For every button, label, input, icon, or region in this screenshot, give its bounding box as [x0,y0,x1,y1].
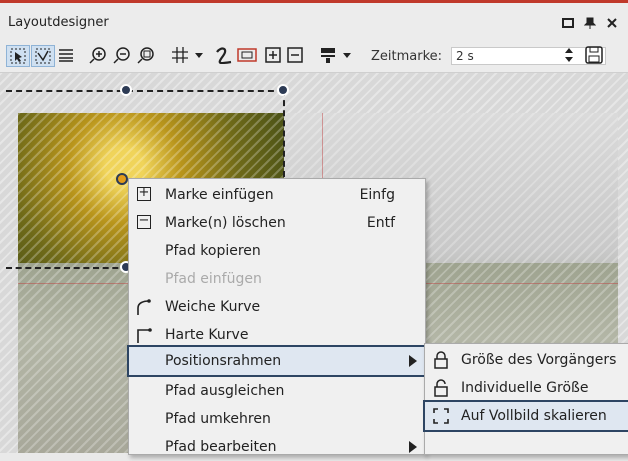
plus-box-icon: + [137,185,151,201]
path-frame-bottom [6,267,128,269]
lock-icon [434,351,448,369]
menu-item-reverse-path[interactable]: Pfad umkehren [129,405,425,433]
menu-item-delete-marker[interactable]: − Marke(n) löschen Entf [129,209,425,237]
menu-item-smooth-path[interactable]: Pfad ausgleichen [129,377,425,405]
zoom-out-icon [113,47,130,64]
submenu-item-fullscreen[interactable]: Auf Vollbild skalieren [423,400,628,432]
zoom-out-button[interactable] [112,45,132,65]
close-button[interactable] [606,17,618,33]
time-input[interactable]: 2 s [451,47,606,65]
path-frame-top [6,90,284,92]
submenu-item-individual-size[interactable]: Individuelle Größe [425,374,628,402]
zoom-in-button[interactable] [88,45,108,65]
spinner-icon [565,48,573,62]
path-handle[interactable] [277,84,289,96]
curve-tool-button[interactable] [31,45,55,67]
grid-dropdown[interactable] [192,45,206,65]
grid-dropdown-icon [195,53,203,58]
zoom-fit-icon [137,47,154,64]
menu-item-hard-curve[interactable]: Harte Kurve [129,321,425,349]
submenu-item-previous-size[interactable]: Größe des Vorgängers [425,346,628,374]
path-handle[interactable] [120,84,132,96]
position-frame-submenu: Größe des Vorgängers Individuelle Größe … [423,343,628,455]
context-menu: + Marke einfügen Einfg − Marke(n) lösche… [127,178,427,455]
layout-dropdown-icon [343,53,351,58]
layout-icon [321,48,335,63]
minus-box-icon: − [137,213,151,229]
add-marker-button[interactable] [264,45,282,65]
grid-button[interactable] [170,45,190,65]
hard-curve-icon [137,328,152,343]
path-button[interactable] [214,45,234,65]
frame-button[interactable] [236,45,258,65]
restore-button[interactable] [562,17,574,33]
window-title: Layoutdesigner [8,15,109,30]
fullscreen-icon [433,408,449,424]
layout-dropdown[interactable] [340,45,354,65]
time-label: Zeitmarke: [371,49,443,64]
add-marker-icon [265,47,281,63]
restore-icon [562,18,574,28]
curve-tool-icon [35,48,51,64]
frame-icon [237,48,257,62]
save-button[interactable] [584,45,604,65]
submenu-arrow-icon [409,441,417,453]
menu-item-position-frame[interactable]: Positionsrahmen [127,345,427,377]
select-tool-icon [10,48,26,64]
time-spinner[interactable] [563,45,575,65]
pin-button[interactable] [583,17,597,33]
zoom-fit-button[interactable] [136,45,156,65]
select-tool-button[interactable] [6,45,30,67]
path-marker[interactable] [116,173,128,185]
menu-item-insert-marker[interactable]: + Marke einfügen Einfg [129,181,425,209]
save-icon [585,46,603,64]
close-icon [607,18,617,28]
menu-item-paste-path[interactable]: Pfad einfügen [129,265,425,293]
menu-item-copy-path[interactable]: Pfad kopieren [129,237,425,265]
pin-icon [583,17,597,29]
menu-item-soft-curve[interactable]: Weiche Kurve [129,293,425,321]
menu-item-edit-path[interactable]: Pfad bearbeiten [129,433,425,461]
zoom-in-icon [89,47,106,64]
title-bar: Layoutdesigner [0,3,628,39]
soft-curve-icon [137,299,151,315]
unlock-icon [434,379,448,397]
grid-icon [172,47,188,63]
remove-marker-icon [287,47,303,63]
toolbar: Zeitmarke: 2 s [0,39,628,73]
lines-icon [59,49,73,62]
remove-marker-button[interactable] [286,45,304,65]
lines-button[interactable] [56,45,76,65]
path-icon [216,47,232,64]
submenu-arrow-icon [409,355,417,367]
layout-button[interactable] [318,45,338,65]
